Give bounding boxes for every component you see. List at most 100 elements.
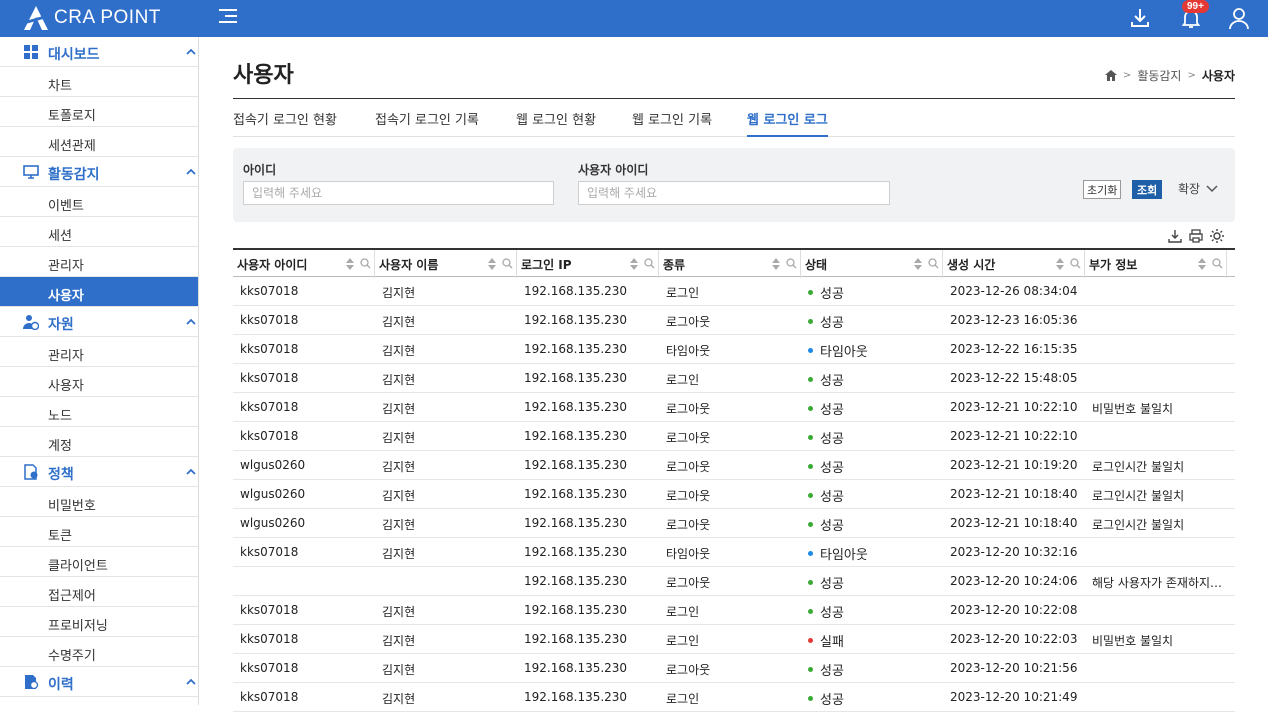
sidebar-group-resource[interactable]: 자원 <box>0 307 198 337</box>
search-icon[interactable] <box>786 258 797 269</box>
sidebar-item-account[interactable]: 계정 <box>0 427 198 457</box>
sidebar-item-event[interactable]: 이벤트 <box>0 187 198 217</box>
sort-icon[interactable] <box>772 258 780 270</box>
tab-connector-login-history[interactable]: 접속기 로그인 기록 <box>375 109 479 135</box>
sidebar-group-dashboard[interactable]: 대시보드 <box>0 37 198 67</box>
table-row[interactable]: kks07018 김지현 192.168.135.230 로그인 성공 2023-12-2… <box>233 364 1235 393</box>
table-row[interactable]: 192.168.135.230 로그아웃 성공 2023-12-20 10:24:06… <box>233 567 1235 596</box>
sort-icon[interactable] <box>346 258 354 270</box>
status-text: 성공 <box>820 606 844 621</box>
sidebar-item-lifecycle[interactable]: 수명주기 <box>0 637 198 667</box>
sidebar-item-access-control[interactable]: 접근제어 <box>0 577 198 607</box>
table-row[interactable]: kks07018 김지현 192.168.135.230 로그아웃 성공 2023-12-… <box>233 422 1235 451</box>
column-header-user-id[interactable]: 사용자 아이디 <box>233 250 375 278</box>
table-row[interactable]: kks07018 김지현 192.168.135.230 로그아웃 성공 2023-12-… <box>233 393 1235 422</box>
search-icon[interactable] <box>928 258 939 269</box>
sidebar-item-client[interactable]: 클라이언트 <box>0 547 198 577</box>
column-header-status[interactable]: 상태 <box>801 250 943 278</box>
download-icon[interactable] <box>1128 6 1152 30</box>
sidebar-group-label: 이력 <box>48 677 74 693</box>
status-cell: 타임아웃 <box>808 544 938 563</box>
sort-icon[interactable] <box>914 258 922 270</box>
sidebar-item-token[interactable]: 토큰 <box>0 517 198 547</box>
sort-icon[interactable] <box>1056 258 1064 270</box>
sidebar-group-policy[interactable]: 정책 <box>0 457 198 487</box>
logo-mark-icon <box>22 6 50 30</box>
sidebar-item-user[interactable]: 사용자 <box>0 277 198 307</box>
gear-icon[interactable] <box>1209 228 1225 244</box>
user-name-cell: 김지현 <box>382 489 416 503</box>
table-row[interactable]: kks07018 김지현 192.168.135.230 로그아웃 성공 2023-12-… <box>233 654 1235 683</box>
column-header-extra-info[interactable]: 부가 정보 <box>1085 250 1227 278</box>
table-row[interactable]: kks07018 김지현 192.168.135.230 로그인 성공 2023-12-2… <box>233 277 1235 306</box>
sidebar-item-label: 세션관제 <box>48 139 96 154</box>
title-divider <box>233 98 1235 99</box>
login-ip-cell: 192.168.135.230 <box>524 458 628 472</box>
column-header-created-time[interactable]: 생성 시간 <box>943 250 1085 278</box>
sidebar-item-session-control[interactable]: 세션관제 <box>0 127 198 157</box>
sidebar-item-session[interactable]: 세션 <box>0 217 198 247</box>
tab-web-login-status[interactable]: 웹 로그인 현황 <box>516 109 596 135</box>
sort-icon[interactable] <box>1198 258 1206 270</box>
policy-document-icon <box>24 464 38 480</box>
table-row[interactable]: wlgus0260 김지현 192.168.135.230 로그아웃 성공 2023-12… <box>233 451 1235 480</box>
column-header-user-name[interactable]: 사용자 이름 <box>375 250 517 278</box>
table-row[interactable]: kks07018 김지현 192.168.135.230 로그아웃 성공 2023-12-… <box>233 306 1235 335</box>
table-row[interactable]: kks07018 김지현 192.168.135.230 로그인 성공 2023-12-2… <box>233 596 1235 625</box>
menu-toggle-icon[interactable] <box>219 9 237 27</box>
search-icon[interactable] <box>1070 258 1081 269</box>
sort-icon[interactable] <box>630 258 638 270</box>
status-text: 타임아웃 <box>820 345 868 360</box>
search-icon[interactable] <box>360 258 371 269</box>
user-name-cell: 김지현 <box>382 431 416 445</box>
sidebar-item-admin[interactable]: 관리자 <box>0 247 198 277</box>
reset-button[interactable]: 초기화 <box>1083 180 1122 199</box>
logo[interactable]: CRA POINT <box>22 4 161 32</box>
created-time-cell: 2023-12-21 10:22:10 <box>950 429 1078 443</box>
sidebar-item-chart[interactable]: 차트 <box>0 67 198 97</box>
type-cell: 로그아웃 <box>666 576 711 590</box>
expand-label: 확장 <box>1178 182 1201 196</box>
table-row[interactable]: wlgus0260 김지현 192.168.135.230 로그아웃 성공 2023-12… <box>233 509 1235 538</box>
search-icon[interactable] <box>1212 258 1223 269</box>
id-input[interactable] <box>243 181 554 205</box>
column-header-login-ip[interactable]: 로그인 IP <box>517 250 659 278</box>
table-row[interactable]: wlgus0260 김지현 192.168.135.230 로그아웃 성공 2023-12… <box>233 480 1235 509</box>
column-header-type[interactable]: 종류 <box>659 250 801 278</box>
home-icon[interactable] <box>1104 70 1117 81</box>
tab-connector-login-status[interactable]: 접속기 로그인 현황 <box>233 109 337 135</box>
user-profile-icon[interactable] <box>1227 6 1251 30</box>
tab-web-login-history[interactable]: 웹 로그인 기록 <box>632 109 712 135</box>
search-button[interactable]: 조회 <box>1132 180 1163 199</box>
tab-web-login-log[interactable]: 웹 로그인 로그 <box>747 109 828 137</box>
sidebar-group-activity[interactable]: 활동감지 <box>0 157 198 187</box>
sidebar-item-resource-admin[interactable]: 관리자 <box>0 337 198 367</box>
created-time-cell: 2023-12-20 10:21:56 <box>950 661 1078 675</box>
table-row[interactable]: kks07018 김지현 192.168.135.230 로그인 실패 2023-12-2… <box>233 625 1235 654</box>
table-row[interactable]: kks07018 김지현 192.168.135.230 로그인 성공 2023-12-2… <box>233 683 1235 712</box>
sidebar-item-password[interactable]: 비밀번호 <box>0 487 198 517</box>
table-row[interactable]: kks07018 김지현 192.168.135.230 타임아웃 타임아웃 2023-1… <box>233 538 1235 567</box>
sidebar-item-provisioning[interactable]: 프로비저닝 <box>0 607 198 637</box>
breadcrumb-separator: > <box>1122 70 1132 81</box>
created-time-cell: 2023-12-22 15:48:05 <box>950 371 1078 385</box>
status-text: 성공 <box>820 403 844 418</box>
sidebar-item-node[interactable]: 노드 <box>0 397 198 427</box>
user-id-cell: kks07018 <box>240 342 299 356</box>
search-icon[interactable] <box>644 258 655 269</box>
status-dot-icon <box>808 522 813 527</box>
created-time-cell: 2023-12-20 10:21:49 <box>950 690 1078 704</box>
export-download-icon[interactable] <box>1167 228 1183 244</box>
status-dot-icon <box>808 551 813 556</box>
sort-icon[interactable] <box>488 258 496 270</box>
print-icon[interactable] <box>1188 228 1204 244</box>
sidebar-item-topology[interactable]: 토폴로지 <box>0 97 198 127</box>
table-row[interactable]: kks07018 김지현 192.168.135.230 타임아웃 타임아웃 2023-1… <box>233 335 1235 364</box>
sidebar-group-history[interactable]: 이력 <box>0 667 198 697</box>
expand-toggle[interactable]: 확장 <box>1178 180 1218 197</box>
search-icon[interactable] <box>502 258 513 269</box>
user-id-input[interactable] <box>578 181 890 205</box>
created-time-cell: 2023-12-20 10:22:03 <box>950 632 1078 646</box>
sidebar-item-resource-user[interactable]: 사용자 <box>0 367 198 397</box>
breadcrumb-parent[interactable]: 활동감지 <box>1137 67 1181 84</box>
